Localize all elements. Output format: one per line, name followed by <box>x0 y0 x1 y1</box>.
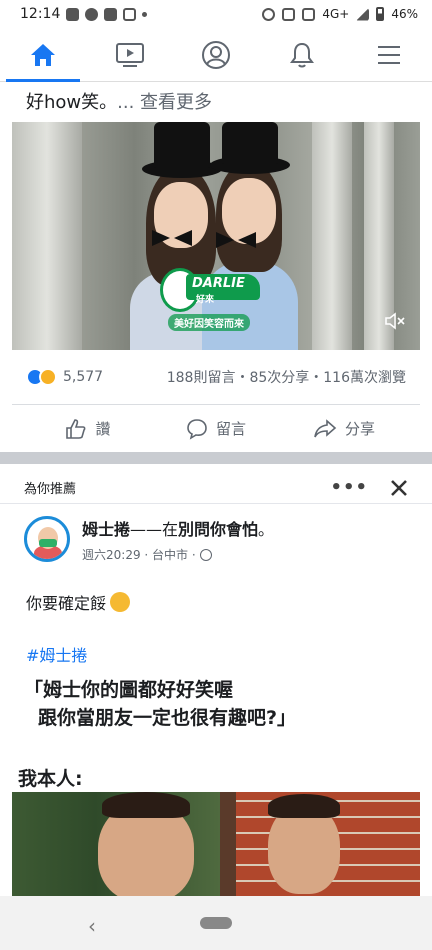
suggested-header: 為你推薦 ••• <box>0 472 432 504</box>
post-quote: 「姆士你的圖都好好笑喔 跟你當朋友一定也很有趣吧?」 <box>0 676 432 732</box>
back-icon[interactable]: ‹ <box>88 914 96 938</box>
ad-slogan: 美好因笑容而來 <box>168 314 250 331</box>
post-author-line: 姆士捲——在別問你會怕。 <box>82 516 274 540</box>
system-nav-bar: ‹ <box>0 896 432 950</box>
menu-icon <box>377 45 400 64</box>
comment-label: 留言 <box>215 420 246 438</box>
tab-profile[interactable] <box>173 28 259 81</box>
video-icon <box>115 42 144 67</box>
bowtie-right <box>216 232 256 248</box>
post-body: 你要確定餒 <box>0 590 432 614</box>
tab-home[interactable] <box>0 28 86 82</box>
more-notifications-icon <box>142 11 148 17</box>
battery-percent: 46% <box>391 7 418 21</box>
globe-icon <box>199 548 212 561</box>
author-name[interactable]: 姆士捲 <box>82 520 130 539</box>
reaction-count[interactable]: 5,577 <box>63 369 103 385</box>
android-icon <box>66 7 80 21</box>
quote-line-1: 「姆士你的圖都好好笑喔 <box>24 679 234 701</box>
hat-right <box>222 122 278 164</box>
quote-line-2: 跟你當朋友一定也很有趣吧?」 <box>38 707 297 729</box>
post-timestamp[interactable]: 週六20:29 · 台中市 · <box>82 546 196 563</box>
volume-mute-icon[interactable] <box>384 312 406 330</box>
comment-button[interactable]: 留言 <box>152 418 280 440</box>
status-bar: 12:14 4G+ 46% <box>0 0 432 28</box>
like-button[interactable]: 讚 <box>24 418 152 440</box>
author-period: 。 <box>258 520 275 539</box>
post-stats[interactable]: 188則留言・85次分享・116萬次瀏覽 <box>167 367 406 387</box>
avatar[interactable] <box>24 516 70 562</box>
tab-watch[interactable] <box>86 28 172 81</box>
post-actions: 讚 留言 分享 <box>12 404 420 452</box>
close-icon[interactable] <box>390 479 408 497</box>
post-header: 姆士捲——在別問你會怕。 週六20:29 · 台中市 · <box>0 516 432 576</box>
post-place[interactable]: 別問你會怕 <box>178 520 258 539</box>
post-text: 好how笑。... 查看更多 <box>0 84 432 120</box>
bowtie-left <box>152 230 192 246</box>
post-body-text: 你要確定餒 <box>26 594 107 613</box>
tab-notifications[interactable] <box>259 28 345 81</box>
share-button[interactable]: 分享 <box>280 418 408 440</box>
suggested-label: 為你推薦 <box>24 482 77 497</box>
meme-hair-right <box>268 794 340 818</box>
tab-menu[interactable] <box>346 28 432 81</box>
post-video[interactable]: DARLIE 好來 美好因笑容而來 <box>12 122 420 350</box>
more-options-icon[interactable]: ••• <box>330 477 368 498</box>
post-meta: 週六20:29 · 台中市 · <box>82 546 274 563</box>
android-icon <box>104 7 118 21</box>
like-label: 讚 <box>95 420 111 438</box>
meme-hair-left <box>102 792 190 818</box>
meme-door-frame <box>220 792 236 896</box>
share-icon <box>314 418 337 437</box>
comment-icon <box>187 418 207 440</box>
profile-icon <box>202 40 231 69</box>
see-more-link[interactable]: ... 查看更多 <box>117 92 212 113</box>
meme-image[interactable] <box>12 792 420 896</box>
network-type: 4G+ <box>322 7 350 21</box>
haha-reaction-icon <box>39 368 57 386</box>
hat-left <box>154 122 210 168</box>
cast-icon <box>282 7 296 21</box>
home-icon <box>31 43 56 66</box>
bell-icon <box>290 42 315 67</box>
pillar-left <box>12 122 82 350</box>
author-connector: ——在 <box>130 520 179 539</box>
share-label: 分享 <box>344 420 375 438</box>
thumbs-up-icon <box>66 418 86 439</box>
home-pill-icon[interactable] <box>200 917 232 929</box>
signal-icon <box>356 7 370 21</box>
messenger-icon <box>85 7 99 21</box>
post-caption: 好how笑。 <box>26 92 118 113</box>
battery-icon <box>376 7 385 21</box>
status-time: 12:14 <box>20 6 61 22</box>
me-label: 我本人: <box>18 768 83 790</box>
mute-icon <box>302 7 316 21</box>
reaction-summary: 5,577 188則留言・85次分享・116萬次瀏覽 <box>0 362 432 392</box>
pillar-right <box>312 122 352 350</box>
feed-separator <box>0 452 432 464</box>
reaction-icons[interactable] <box>26 368 57 386</box>
notification-icon <box>123 7 137 21</box>
hashtag-link[interactable]: #姆士捲 <box>0 642 432 666</box>
top-nav <box>0 28 432 82</box>
alarm-icon <box>262 7 276 21</box>
smirk-emoji-icon <box>110 592 131 612</box>
